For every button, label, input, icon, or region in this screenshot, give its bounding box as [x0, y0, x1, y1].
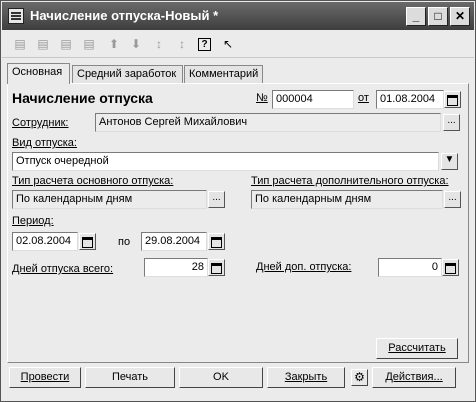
days-extra-calculator-button[interactable]: [442, 259, 459, 276]
calculator-icon: [211, 263, 222, 274]
sort-asc-icon[interactable]: ↕: [151, 36, 167, 52]
calc-main-label: Тип расчета основного отпуска:: [12, 175, 174, 187]
calc-main-select-button[interactable]: ...: [208, 191, 225, 208]
calendar-button[interactable]: [444, 91, 461, 108]
date-field[interactable]: 01.08.2004: [376, 90, 444, 109]
window-title: Начисление отпуска-Новый *: [30, 8, 219, 23]
period-to-field[interactable]: 29.08.2004: [141, 232, 207, 251]
post-button[interactable]: Провести: [9, 367, 81, 388]
period-label: Период:: [12, 215, 54, 227]
vacation-type-label: Вид отпуска:: [12, 137, 77, 149]
calc-main-field[interactable]: По календарным дням: [12, 190, 207, 209]
tab-average-earnings[interactable]: Средний заработок: [72, 65, 183, 83]
vacation-type-select[interactable]: Отпуск очередной: [12, 152, 439, 171]
document-window: Начисление отпуска-Новый * _ □ ✕ ▤ ▤ ▤ ▤…: [0, 0, 476, 402]
number-field[interactable]: 000004: [272, 90, 354, 109]
help-icon[interactable]: ?: [198, 38, 211, 51]
toolbar: ▤ ▤ ▤ ▤ ⬆ ⬇ ↕ ↕ ? ↖: [2, 31, 474, 58]
maximize-button[interactable]: □: [428, 7, 448, 26]
period-from-calendar-button[interactable]: [79, 233, 96, 250]
context-help-icon[interactable]: ↖: [220, 36, 236, 52]
days-total-field[interactable]: 28: [144, 258, 208, 277]
main-panel: Начисление отпуска № 000004 от 01.08.200…: [7, 83, 469, 363]
edit-icon[interactable]: ▤: [81, 36, 97, 52]
days-total-calculator-button[interactable]: [208, 259, 225, 276]
tab-comment[interactable]: Комментарий: [184, 65, 263, 83]
move-down-icon[interactable]: ⬇: [128, 36, 144, 52]
page-title: Начисление отпуска: [12, 90, 153, 106]
insert-icon[interactable]: ▤: [12, 36, 28, 52]
copy-icon[interactable]: ▤: [35, 36, 51, 52]
calc-extra-select-button[interactable]: ...: [444, 191, 461, 208]
calendar-icon: [447, 95, 458, 106]
tab-main[interactable]: Основная: [7, 63, 70, 84]
minimize-button[interactable]: _: [406, 7, 426, 26]
calculate-button[interactable]: Рассчитать: [376, 338, 458, 359]
ok-button[interactable]: OK: [179, 367, 263, 388]
number-label: №: [256, 92, 268, 104]
days-total-label: Дней отпуска всего:: [12, 263, 114, 275]
actions-button[interactable]: Действия...: [372, 367, 456, 388]
move-up-icon[interactable]: ⬆: [106, 36, 122, 52]
calculator-icon: [445, 263, 456, 274]
document-icon: [8, 8, 24, 24]
calc-extra-label: Тип расчета дополнительного отпуска:: [251, 175, 449, 187]
employee-field[interactable]: Антонов Сергей Михайлович: [95, 113, 441, 132]
calendar-icon: [82, 237, 93, 248]
chevron-down-icon[interactable]: ▼: [441, 153, 458, 170]
days-extra-label: Дней доп. отпуска:: [256, 261, 352, 273]
settings-icon[interactable]: ⚙: [351, 369, 368, 386]
period-to-label: по: [118, 236, 131, 248]
days-extra-field[interactable]: 0: [378, 258, 442, 277]
employee-select-button[interactable]: ...: [443, 114, 460, 131]
calc-extra-field[interactable]: По календарным дням: [251, 190, 443, 209]
date-label: от: [358, 92, 369, 104]
close-button[interactable]: Закрыть: [267, 367, 345, 388]
delete-icon[interactable]: ▤: [58, 36, 74, 52]
employee-label: Сотрудник:: [12, 117, 69, 129]
sort-desc-icon[interactable]: ↕: [174, 36, 190, 52]
calendar-icon: [211, 237, 222, 248]
period-to-calendar-button[interactable]: [208, 233, 225, 250]
print-button[interactable]: Печать: [85, 367, 175, 388]
title-bar[interactable]: Начисление отпуска-Новый * _ □ ✕: [2, 2, 474, 30]
close-window-button[interactable]: ✕: [450, 7, 470, 26]
period-from-field[interactable]: 02.08.2004: [12, 232, 78, 251]
